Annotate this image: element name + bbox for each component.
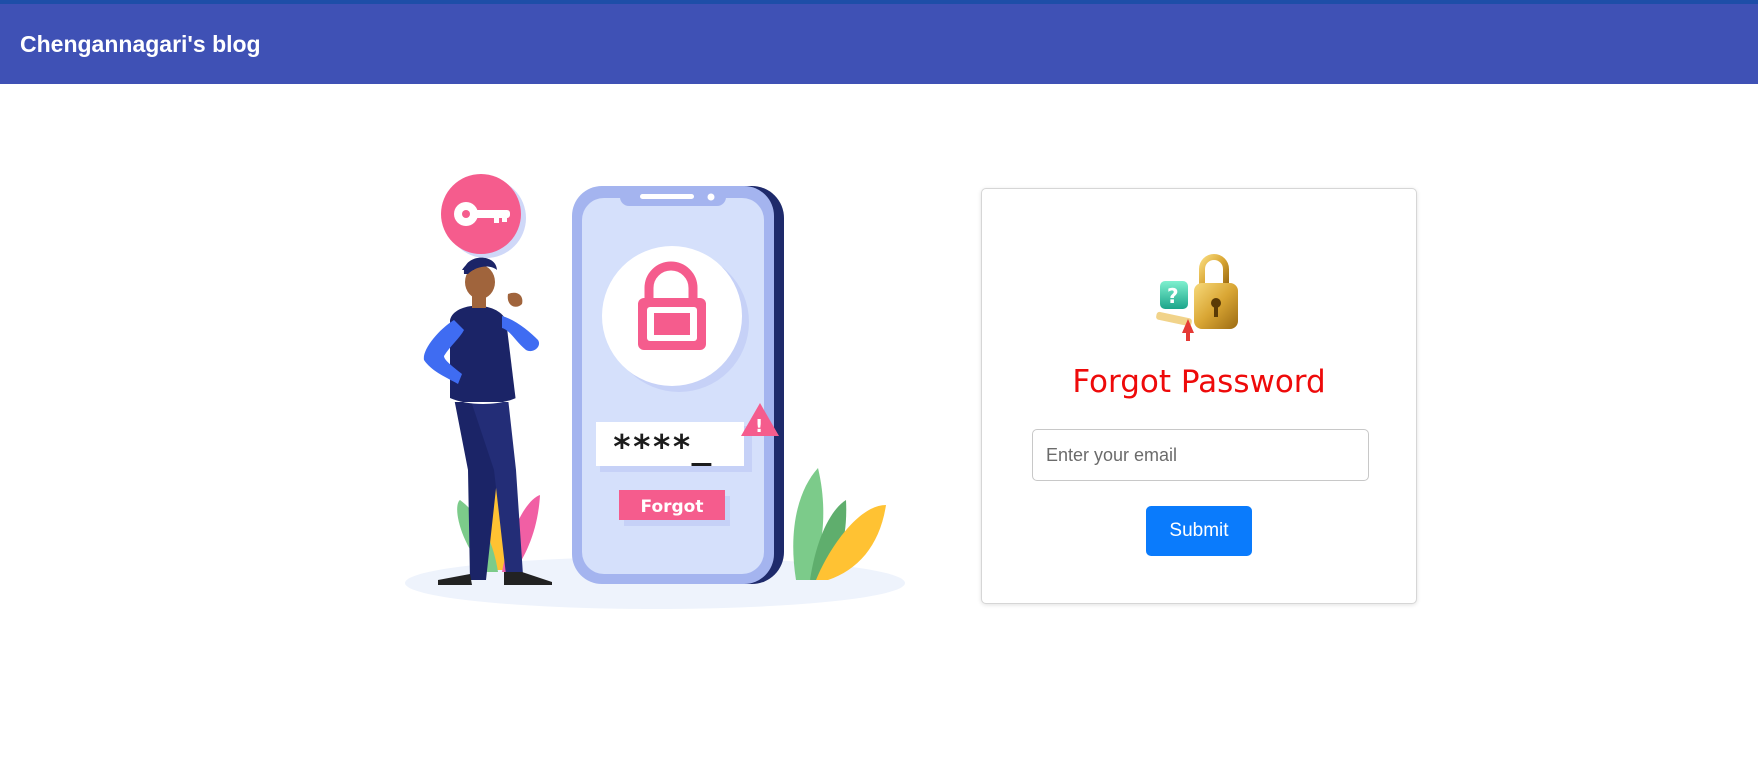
forgot-label: Forgot <box>641 497 704 517</box>
padlock-question-icon: ? <box>1152 247 1248 343</box>
brand-title[interactable]: Chengannagari's blog <box>20 31 261 58</box>
masked-password: ****_ <box>612 427 711 466</box>
page-title: Forgot Password <box>1072 364 1326 400</box>
key-bubble <box>441 174 526 258</box>
illustration-svg: ****_ ! Forgot <box>405 174 905 609</box>
navbar: Chengannagari's blog <box>0 4 1758 84</box>
plant-right <box>793 468 886 580</box>
svg-text:?: ? <box>1167 284 1179 308</box>
submit-button[interactable]: Submit <box>1146 506 1252 556</box>
phone: ****_ ! Forgot <box>572 186 784 584</box>
thinking-person <box>423 257 552 585</box>
email-input[interactable] <box>1032 429 1369 481</box>
forgot-password-illustration: ****_ ! Forgot <box>398 170 908 620</box>
forgot-password-card: ? Forgot Password Submit <box>981 188 1417 604</box>
svg-text:!: ! <box>755 416 763 437</box>
